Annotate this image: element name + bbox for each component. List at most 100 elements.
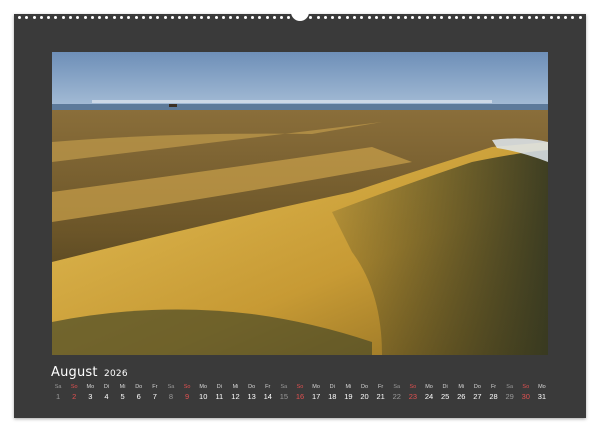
weekday-label: Fr <box>490 384 497 390</box>
day-cell: Do 6 <box>131 383 147 405</box>
binding-ring <box>112 15 116 19</box>
binding-ring <box>309 15 313 19</box>
day-strip: Sa 1 So 2 Mo 3 Di 4 Mi 5 Do 6 Fr 7 Sa 8 So 9 Mo 10 Di 11 Mi 12 D… <box>50 383 550 405</box>
distant-building <box>169 104 177 107</box>
day-cell: Do 13 <box>244 383 260 405</box>
weekday-label: Sa <box>167 384 175 390</box>
binding-ring <box>258 15 262 19</box>
day-number: 6 <box>136 392 141 401</box>
binding-ring <box>484 15 487 19</box>
binding-ring <box>433 15 437 19</box>
day-cell: Sa 1 <box>50 383 66 405</box>
binding-ring <box>156 15 160 19</box>
day-cell: Mo 10 <box>195 383 211 405</box>
weekday-label: Mi <box>458 384 465 390</box>
weekday-label: So <box>183 384 191 390</box>
binding-ring <box>534 15 538 19</box>
day-cell: Mi 5 <box>115 383 131 405</box>
binding-ring <box>491 15 495 19</box>
binding-ring <box>367 15 371 19</box>
binding-ring <box>352 15 356 19</box>
day-number: 14 <box>263 392 272 401</box>
weekday-label: Do <box>360 384 369 390</box>
binding-ring <box>68 15 72 19</box>
weekday-label: Sa <box>393 384 401 390</box>
binding-ring <box>403 15 407 19</box>
binding-ring <box>527 15 531 19</box>
binding-ring <box>54 15 58 19</box>
year-label: 2026 <box>104 369 128 379</box>
binding-ring <box>76 15 80 19</box>
day-cell: Fr 28 <box>485 383 501 405</box>
weekday-label: So <box>409 384 417 390</box>
binding-ring <box>280 15 284 19</box>
day-number: 7 <box>152 392 157 401</box>
day-number: 21 <box>376 392 385 401</box>
binding-ring <box>360 15 364 19</box>
binding-ring <box>389 15 393 19</box>
weekday-label: Mo <box>312 384 320 390</box>
binding-ring <box>221 15 225 19</box>
binding-ring <box>39 15 43 19</box>
binding-ring <box>83 15 87 19</box>
weekday-label: So <box>296 384 304 390</box>
binding-ring <box>25 15 29 19</box>
day-number: 22 <box>392 392 401 401</box>
day-cell: Mo 31 <box>534 383 550 405</box>
day-cell: Do 20 <box>356 383 372 405</box>
binding-ring <box>374 15 378 19</box>
weekday-label: Do <box>248 384 256 390</box>
binding-ring <box>556 15 560 19</box>
binding-ring <box>505 15 509 19</box>
day-number: 18 <box>328 392 337 401</box>
day-number: 29 <box>505 392 514 401</box>
binding-ring <box>425 15 429 19</box>
day-number: 3 <box>88 392 93 401</box>
binding-ring <box>396 15 400 19</box>
binding-ring <box>185 15 189 19</box>
day-number: 27 <box>473 392 482 401</box>
binding-ring <box>192 15 196 19</box>
weekday-label: Di <box>329 384 335 390</box>
binding-ring <box>61 15 65 19</box>
binding-ring <box>338 15 342 19</box>
weekday-label: Sa <box>506 384 514 390</box>
binding-ring <box>469 15 473 19</box>
day-cell: So 23 <box>405 383 421 405</box>
binding-ring <box>98 15 102 19</box>
binding-ring <box>18 15 21 19</box>
weekday-label: Do <box>473 384 481 390</box>
day-number: 31 <box>537 392 547 401</box>
day-cell: Sa 15 <box>276 383 292 405</box>
binding-ring <box>440 15 444 19</box>
day-number: 9 <box>185 392 190 401</box>
day-number: 2 <box>72 392 77 401</box>
binding-ring <box>513 15 517 19</box>
binding-ring <box>141 15 145 19</box>
binding-ring <box>287 15 291 19</box>
binding-ring <box>498 15 502 19</box>
day-number: 1 <box>55 392 61 401</box>
binding-ring <box>272 15 276 19</box>
day-cell: Di 11 <box>211 383 227 405</box>
day-cell: So 16 <box>292 383 308 405</box>
binding-ring <box>331 15 335 19</box>
weekday-label: Fr <box>152 384 158 390</box>
day-cell: Fr 7 <box>147 383 163 405</box>
binding-ring <box>163 15 167 19</box>
weekday-label: Sa <box>280 384 288 390</box>
binding-ring <box>32 15 36 19</box>
day-cell: Fr 14 <box>260 383 276 405</box>
day-cell: Mo 3 <box>82 383 98 405</box>
weekday-label: Fr <box>378 384 384 390</box>
day-number: 16 <box>295 392 305 401</box>
binding-ring <box>564 15 568 19</box>
weekday-label: Mi <box>345 384 352 390</box>
binding-ring <box>411 15 415 19</box>
weekday-label: Sa <box>54 384 62 390</box>
day-number: 5 <box>120 392 125 401</box>
weekday-label: Mo <box>199 384 208 390</box>
day-number: 24 <box>424 392 434 401</box>
day-cell: Mo 24 <box>421 383 437 405</box>
day-cell: So 2 <box>66 383 82 405</box>
